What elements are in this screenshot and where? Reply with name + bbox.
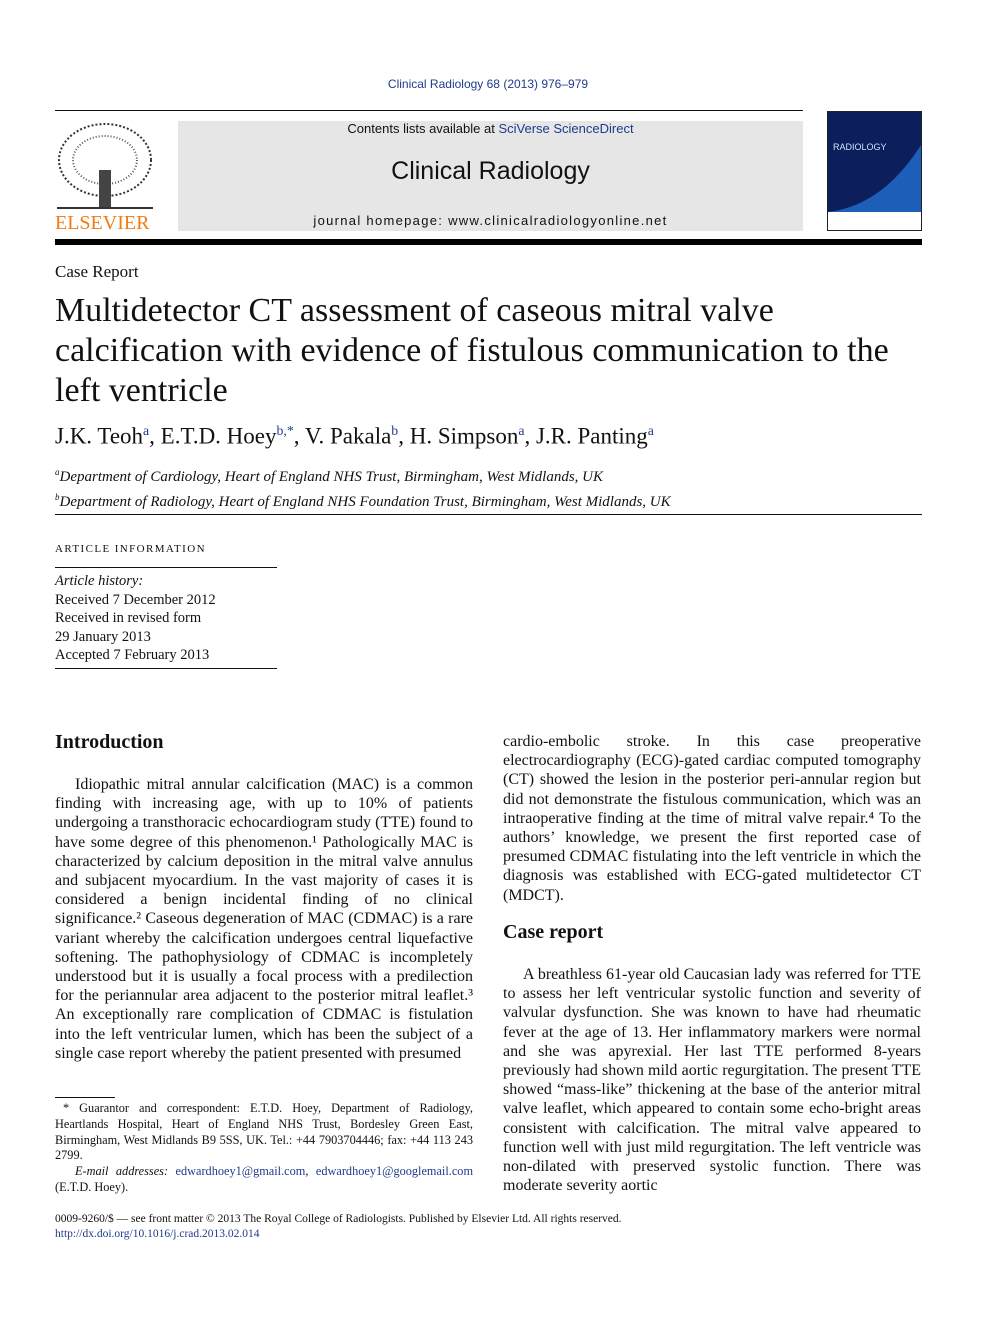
email-link[interactable]: edwardhoey1@googlemail.com	[316, 1164, 473, 1178]
footnote-divider	[55, 1097, 115, 1098]
section-heading-introduction: Introduction	[55, 731, 164, 753]
article-history: Article history: Received 7 December 201…	[55, 573, 216, 663]
article-type: Case Report	[55, 262, 139, 281]
author-list: J.K. Teoha, E.T.D. Hoeyb,*, V. Pakalab, …	[55, 423, 654, 449]
intro-paragraph-continued: cardio-embolic stroke. In this case preo…	[503, 733, 921, 904]
doi-link[interactable]: http://dx.doi.org/10.1016/j.crad.2013.02…	[55, 1228, 260, 1240]
journal-cover: RADIOLOGY	[827, 111, 922, 231]
author[interactable]: V. Pakala	[305, 424, 391, 449]
affiliation-marker[interactable]: a	[518, 423, 524, 438]
author[interactable]: H. Simpson	[410, 424, 519, 449]
divider	[55, 239, 922, 245]
intro-paragraph: Idiopathic mitral annular calcification …	[55, 776, 473, 1062]
affiliation-marker[interactable]: a	[143, 423, 149, 438]
divider	[55, 567, 277, 568]
elsevier-wordmark: ELSEVIER	[55, 212, 150, 234]
affiliation: aDepartment of Cardiology, Heart of Engl…	[55, 467, 603, 485]
elsevier-logo: ELSEVIER	[55, 120, 155, 234]
contents-text: Contents lists available at	[347, 121, 499, 136]
divider	[55, 514, 922, 515]
journal-homepage[interactable]: journal homepage: www.clinicalradiologyo…	[178, 213, 803, 228]
affiliation-marker[interactable]: b,*	[277, 423, 294, 438]
footnote: * Guarantor and correspondent: E.T.D. Ho…	[55, 1101, 474, 1194]
affiliation-marker[interactable]: a	[648, 423, 654, 438]
section-heading-case-report: Case report	[503, 921, 604, 943]
journal-title: Clinical Radiology	[391, 157, 590, 185]
affiliations: aDepartment of Cardiology, Heart of Engl…	[55, 462, 671, 512]
svg-text:RADIOLOGY: RADIOLOGY	[833, 142, 887, 152]
affiliation-marker[interactable]: b	[391, 423, 398, 438]
divider	[55, 110, 803, 111]
copyright: 0009-9260/$ — see front matter © 2013 Th…	[55, 1213, 622, 1225]
affiliation: bDepartment of Radiology, Heart of Engla…	[55, 492, 671, 510]
email-link[interactable]: edwardhoey1@gmail.com	[176, 1164, 306, 1178]
journal-citation-link[interactable]: Clinical Radiology 68 (2013) 976–979	[0, 77, 976, 91]
article-title: Multidetector CT assessment of caseous m…	[55, 292, 889, 409]
journal-banner: Contents lists available at SciVerse Sci…	[178, 121, 803, 231]
author[interactable]: J.K. Teoh	[55, 424, 143, 449]
page-footer: 0009-9260/$ — see front matter © 2013 Th…	[55, 1212, 622, 1241]
sciencedirect-link[interactable]: SciVerse ScienceDirect	[498, 121, 633, 136]
article-info-heading: ARTICLE INFORMATION	[55, 543, 206, 555]
author[interactable]: J.R. Panting	[536, 424, 648, 449]
author[interactable]: E.T.D. Hoey	[161, 424, 277, 449]
case-report-paragraph: A breathless 61-year old Caucasian lady …	[503, 966, 921, 1195]
divider	[55, 668, 277, 669]
